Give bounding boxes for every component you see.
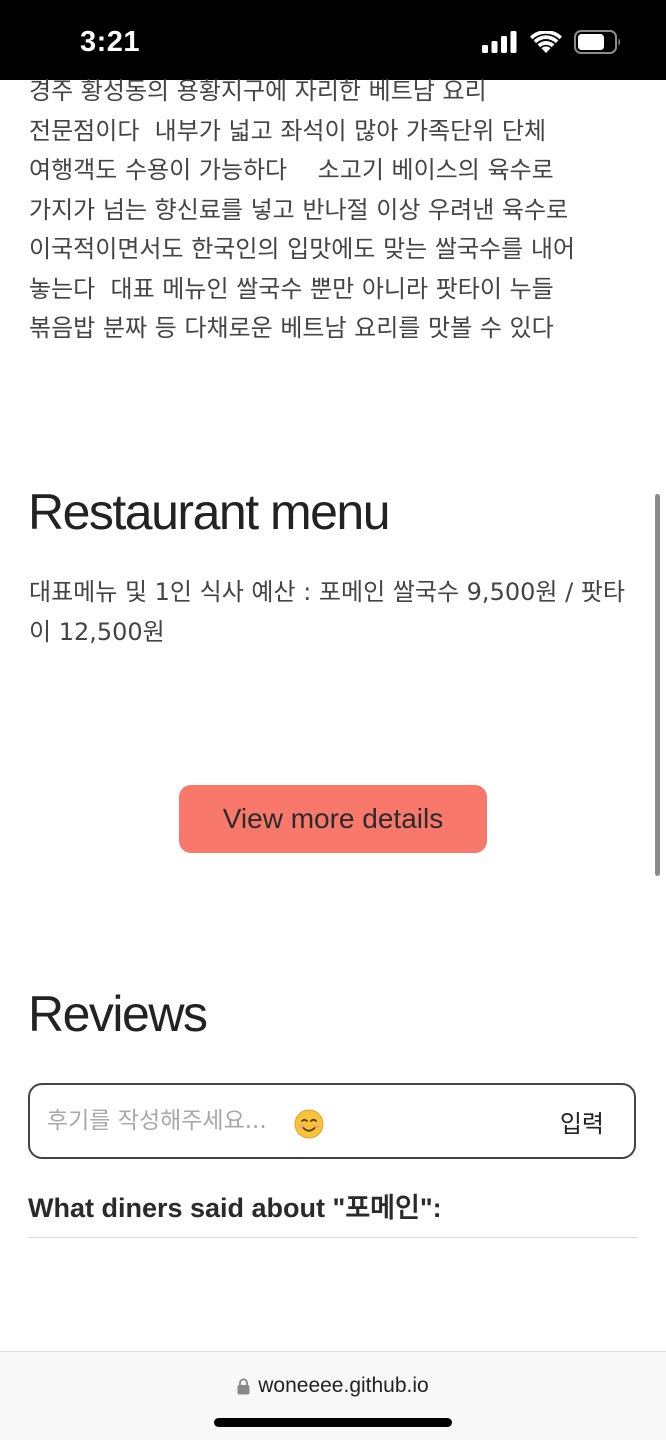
- restaurant-description: 경주 황성동의 용황지구에 자리한 베트남 요리 전문점이다 내부가 넓고 좌석…: [29, 77, 575, 342]
- battery-icon: [574, 30, 620, 54]
- status-icons: [482, 30, 622, 54]
- home-indicator[interactable]: [214, 1418, 452, 1427]
- cellular-signal-icon: [482, 31, 517, 53]
- lock-icon: [237, 1377, 250, 1394]
- reviews-section-title: Reviews: [28, 986, 208, 1042]
- diners-reviews-heading: What diners said about "포메인":: [28, 1186, 638, 1238]
- review-input[interactable]: [30, 1085, 550, 1157]
- status-time: 3:21: [80, 26, 141, 58]
- view-more-details-button[interactable]: View more details: [179, 785, 487, 853]
- restaurant-description-section: 경주 황성동의 용황지구에 자리한 베트남 요리 전문점이다 내부가 넓고 좌석…: [29, 72, 644, 349]
- wifi-icon: [530, 30, 562, 53]
- menu-info: 대표메뉴 및 1인 식사 예산 : 포메인 쌀국수 9,500원 / 팟타이 1…: [29, 578, 625, 646]
- url-row[interactable]: woneeee.github.io: [0, 1374, 666, 1398]
- page-scrollbar[interactable]: [655, 494, 660, 876]
- status-bar: 3:21: [0, 0, 666, 80]
- menu-section-title: Restaurant menu: [28, 484, 391, 540]
- submit-review-button[interactable]: 입력: [550, 1085, 634, 1157]
- url-text[interactable]: woneeee.github.io: [258, 1374, 428, 1398]
- review-input-box: 입력: [28, 1083, 636, 1159]
- browser-address-bar: woneeee.github.io: [0, 1351, 666, 1440]
